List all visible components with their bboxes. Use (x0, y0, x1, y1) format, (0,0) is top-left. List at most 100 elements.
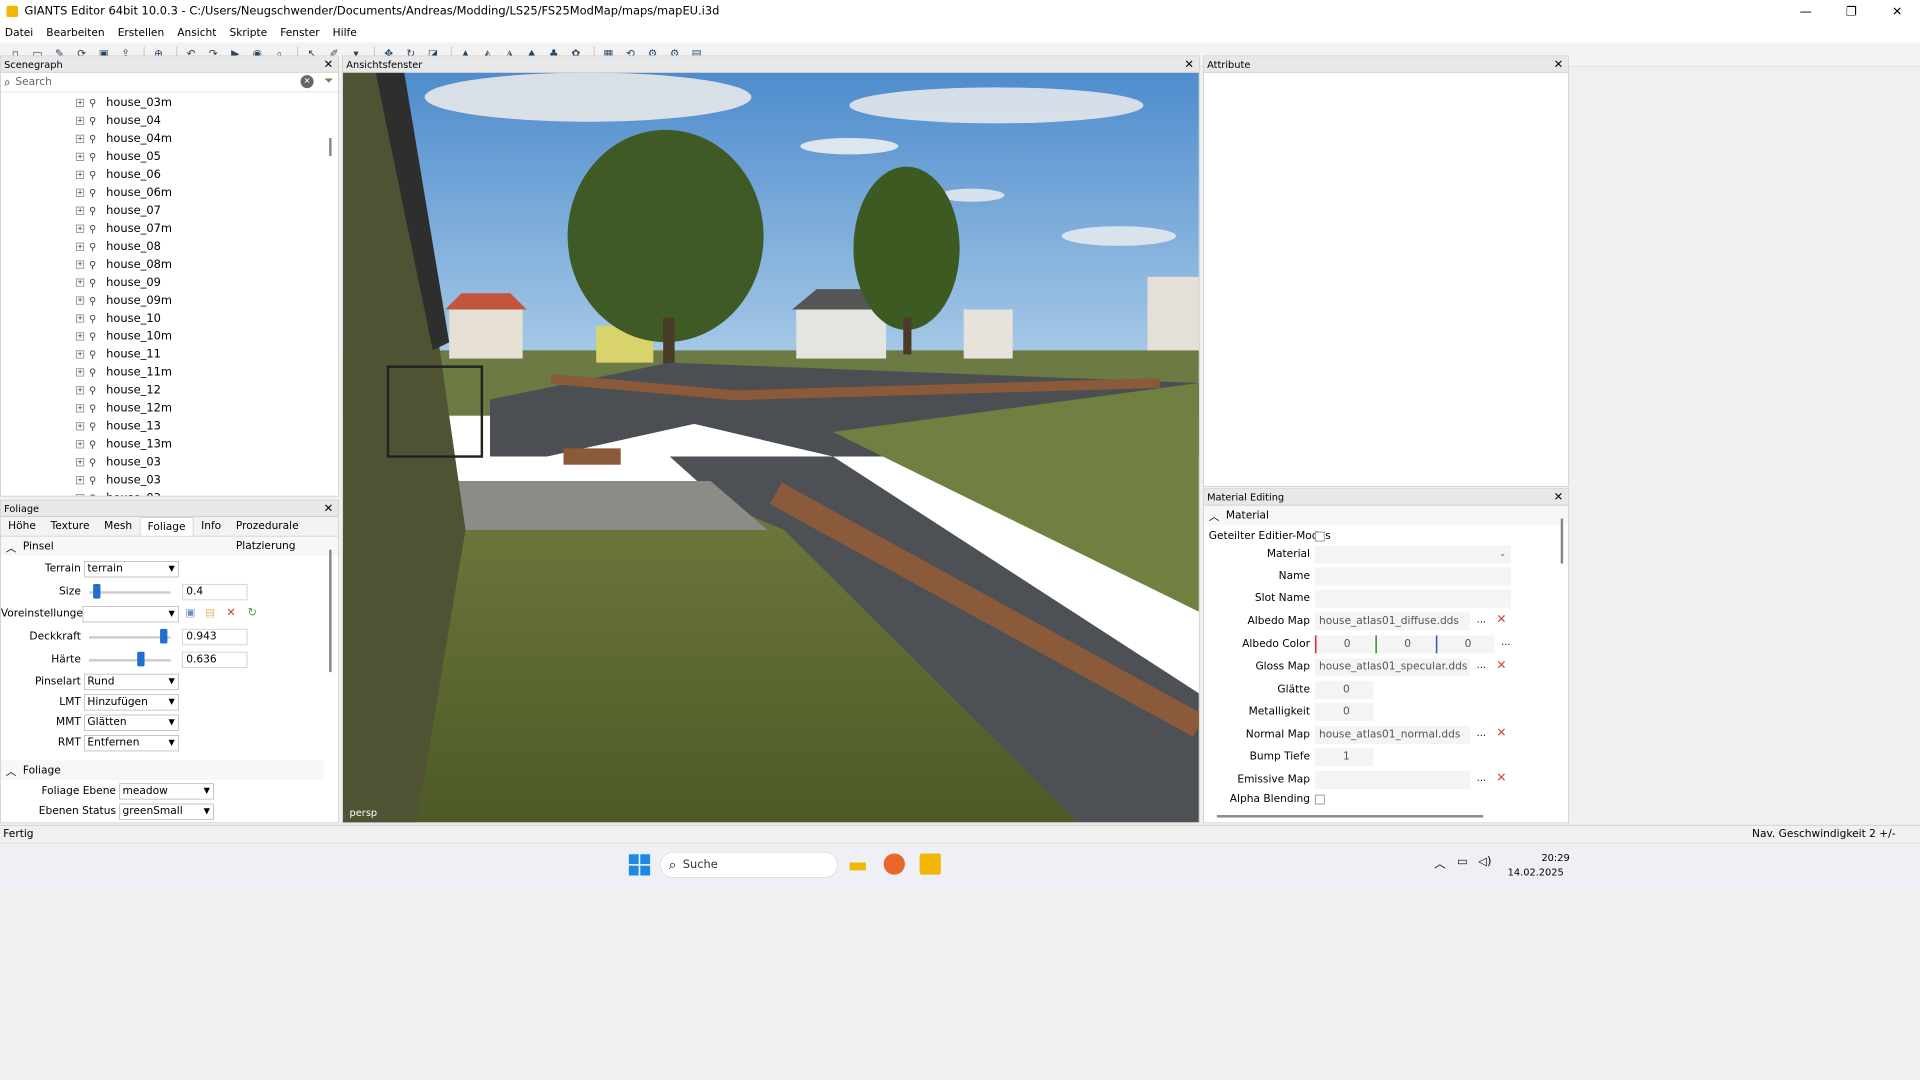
tree-node[interactable]: + ⚲ house_07m (1, 220, 338, 238)
clear-icon[interactable]: ✕ (300, 75, 314, 89)
hardness-field[interactable]: 0.636 (182, 651, 248, 669)
brushtype-select[interactable]: Rund ▼ (84, 673, 179, 691)
size-slider-track[interactable] (89, 591, 171, 594)
expand-icon[interactable]: + (75, 98, 85, 107)
expand-icon[interactable]: + (75, 278, 85, 287)
delete-icon[interactable]: ✕ (1496, 612, 1506, 627)
tab-mesh[interactable]: Mesh (97, 517, 140, 536)
tree-node[interactable]: + ⚲ house_03 (1, 471, 338, 489)
browse-button[interactable]: ... (1477, 772, 1486, 783)
tree-node[interactable]: + ⚲ house_08 (1, 238, 338, 256)
tab-procedural[interactable]: Prozedurale Platzierung (229, 517, 339, 552)
foliage-section-header[interactable]: ︿ Foliage (0, 760, 325, 780)
maximize-button[interactable]: ❐ (1829, 0, 1875, 23)
expand-icon[interactable]: + (75, 134, 85, 143)
tree-node[interactable]: + ⚲ house_13m (1, 435, 338, 453)
tree-node[interactable]: + ⚲ house_06m (1, 184, 338, 202)
color-picker-button[interactable]: ... (1501, 636, 1510, 647)
tree-node[interactable]: + ⚲ house_06 (1, 166, 338, 184)
filter-icon[interactable]: ⏷ (324, 74, 333, 87)
gloss-map-field[interactable]: house_atlas01_specular.dds (1314, 658, 1471, 677)
tree-node[interactable]: + ⚲ house_05 (1, 148, 338, 166)
giants-editor-icon[interactable] (919, 853, 941, 875)
horizontal-scrollbar[interactable] (1216, 815, 1484, 818)
rmt-select[interactable]: Entfernen ▼ (84, 735, 179, 752)
refresh-icon[interactable]: ↻ (247, 606, 257, 619)
opacity-field[interactable]: 0.943 (182, 628, 248, 646)
browse-button[interactable]: ... (1477, 659, 1486, 670)
tree-node[interactable]: + ⚲ house_13 (1, 417, 338, 435)
menu-bearbeiten[interactable]: Bearbeiten (46, 27, 104, 39)
delete-icon[interactable]: ✕ (1496, 725, 1506, 740)
mmt-select[interactable]: Glätten ▼ (84, 714, 179, 731)
load-preset-icon[interactable]: ▤ (205, 607, 215, 619)
name-field[interactable] (1314, 567, 1511, 586)
tree-node[interactable]: + ⚲ house_12m (1, 399, 338, 417)
slot-name-field[interactable] (1314, 589, 1511, 608)
tree-node[interactable]: + ⚲ house_11 (1, 345, 338, 363)
tree-node[interactable]: + ⚲ house_10m (1, 327, 338, 345)
expand-icon[interactable]: + (75, 386, 85, 395)
normal-map-field[interactable]: house_atlas01_normal.dds (1314, 726, 1471, 745)
expand-icon[interactable]: + (75, 494, 85, 496)
tree-node[interactable]: + ⚲ house_04m (1, 130, 338, 148)
scrollbar-thumb[interactable] (329, 138, 332, 156)
delete-icon[interactable]: ✕ (1496, 770, 1506, 785)
menu-fenster[interactable]: Fenster (280, 27, 319, 39)
clock-date[interactable]: 14.02.2025 (1508, 867, 1564, 878)
expand-icon[interactable]: + (75, 314, 85, 323)
clock-time[interactable]: 20:29 (1532, 852, 1569, 863)
menu-datei[interactable]: Datei (5, 27, 33, 39)
close-icon[interactable]: ✕ (1184, 56, 1194, 72)
search-input[interactable]: Search (15, 76, 51, 88)
presets-select[interactable]: ▼ (82, 605, 179, 623)
expand-icon[interactable]: + (75, 368, 85, 377)
expand-icon[interactable]: + (75, 332, 85, 341)
volume-icon[interactable]: ◁) (1478, 855, 1491, 868)
delete-icon[interactable]: ✕ (226, 606, 236, 619)
expand-icon[interactable]: + (75, 188, 85, 197)
terrain-select[interactable]: terrain ▼ (84, 561, 179, 578)
hardness-slider-track[interactable] (89, 659, 171, 662)
close-icon[interactable]: ✕ (1554, 489, 1564, 505)
opacity-slider-knob[interactable] (159, 628, 168, 644)
menu-erstellen[interactable]: Erstellen (118, 27, 164, 39)
tree-node[interactable]: + ⚲ house_10 (1, 310, 338, 328)
expand-icon[interactable]: + (75, 224, 85, 233)
albedo-b-field[interactable]: 0 (1435, 635, 1495, 654)
tree-node[interactable]: + ⚲ house_04 (1, 112, 338, 130)
tab-foliage[interactable]: Foliage (139, 516, 194, 536)
lmt-select[interactable]: Hinzufügen ▼ (84, 694, 179, 711)
browse-button[interactable]: ... (1477, 727, 1486, 738)
expand-icon[interactable]: + (75, 476, 85, 485)
delete-icon[interactable]: ✕ (1496, 657, 1506, 672)
scrollbar-thumb[interactable] (1560, 518, 1564, 564)
close-icon[interactable]: ✕ (1554, 56, 1564, 72)
expand-icon[interactable]: + (75, 422, 85, 431)
expand-icon[interactable]: + (75, 260, 85, 269)
tab-info[interactable]: Info (194, 517, 229, 536)
chevron-up-icon[interactable]: ︿ (1434, 855, 1445, 871)
albedo-map-field[interactable]: house_atlas01_diffuse.dds (1314, 612, 1471, 631)
tree-node[interactable]: + ⚲ house_08m (1, 256, 338, 274)
emissive-map-field[interactable] (1314, 770, 1471, 789)
taskbar-search[interactable]: ⌕ Suche (659, 851, 838, 878)
close-icon[interactable]: ✕ (324, 56, 334, 72)
tree-node[interactable]: + ⚲ house_09m (1, 292, 338, 310)
bump-depth-field[interactable]: 1 (1314, 748, 1374, 767)
save-preset-icon[interactable]: ▣ (185, 607, 195, 619)
size-slider-knob[interactable] (92, 583, 101, 599)
layer-select[interactable]: meadow ▼ (119, 783, 214, 800)
tree-node[interactable]: + ⚲ house_12 (1, 381, 338, 399)
tab-hoehe[interactable]: Höhe (1, 517, 43, 536)
metallic-field[interactable]: 0 (1314, 703, 1374, 722)
tree-node[interactable]: + ⚲ house_11m (1, 363, 338, 381)
expand-icon[interactable]: + (75, 458, 85, 467)
shared-edit-checkbox[interactable] (1314, 531, 1325, 542)
menu-ansicht[interactable]: Ansicht (177, 27, 216, 39)
tree-node[interactable]: + ⚲ house_07 (1, 202, 338, 220)
expand-icon[interactable]: + (75, 242, 85, 251)
alpha-blending-checkbox[interactable] (1314, 794, 1325, 805)
menu-hilfe[interactable]: Hilfe (333, 27, 357, 39)
file-explorer-icon[interactable]: ▬ (848, 853, 868, 878)
